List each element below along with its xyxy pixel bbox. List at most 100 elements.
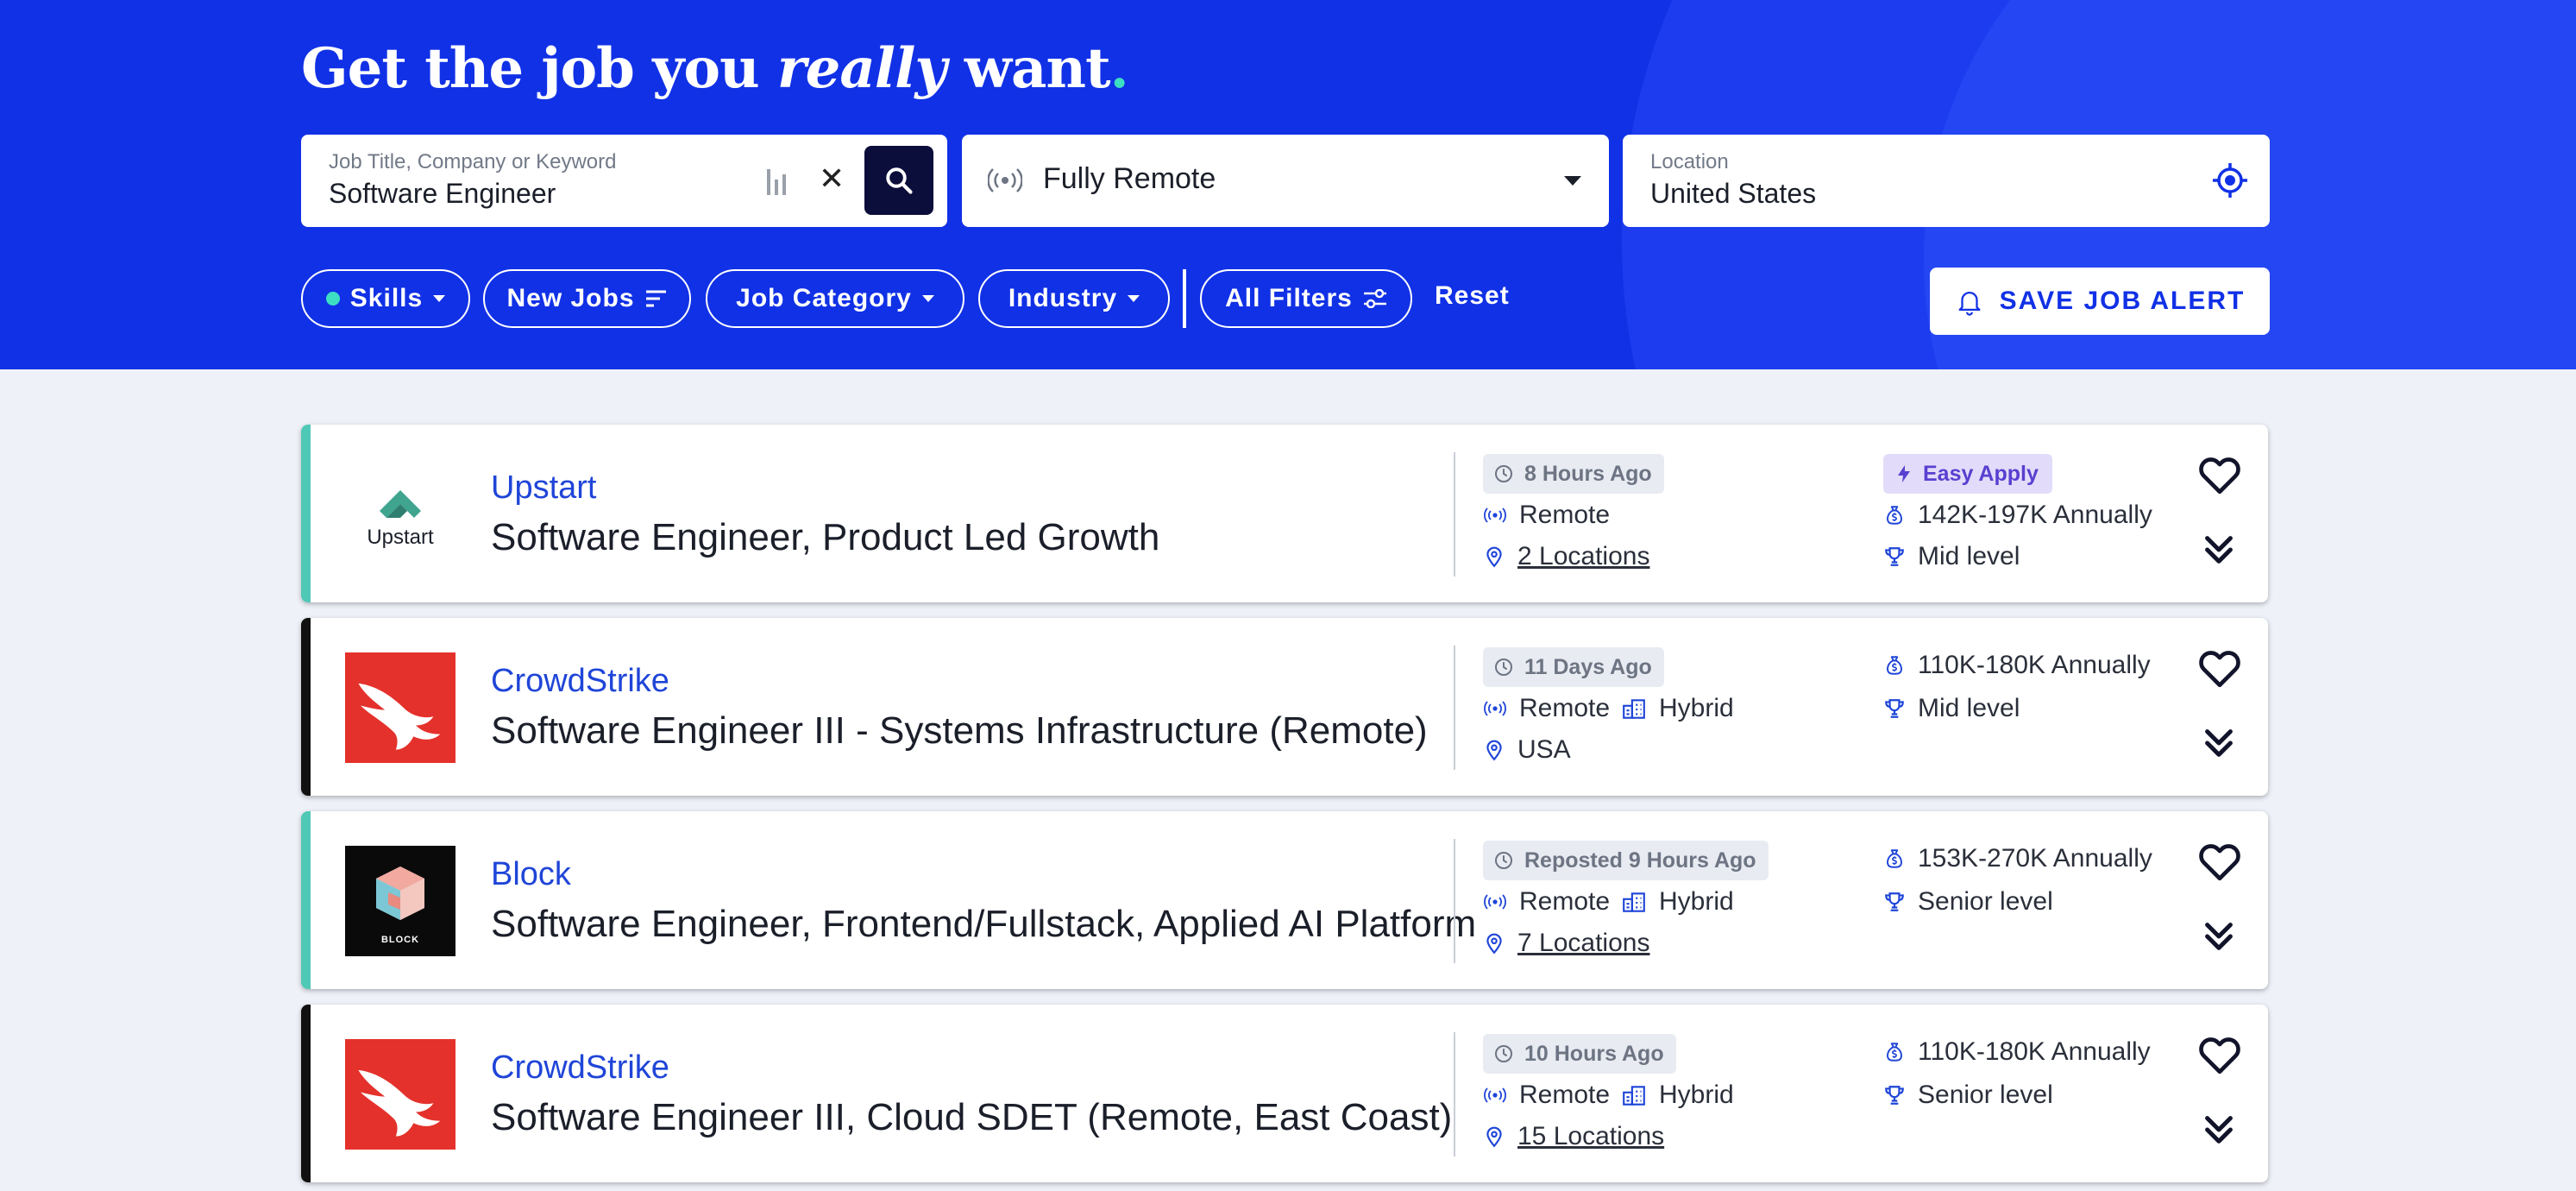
save-job-heart-icon[interactable] (2196, 1030, 2244, 1079)
all-filters-button[interactable]: All Filters (1200, 269, 1412, 328)
clock-icon (1493, 657, 1514, 677)
remote-broadcast-icon (988, 168, 1022, 192)
skills-filter-button[interactable]: Skills (301, 269, 470, 328)
salary-range: 153K-270K Annually (1883, 844, 2152, 873)
job-title[interactable]: Software Engineer III - Systems Infrastr… (491, 709, 1428, 753)
locations-link[interactable]: 15 Locations (1517, 1122, 1664, 1151)
new-jobs-label: New Jobs (506, 284, 635, 312)
card-accent-bar (301, 1005, 311, 1182)
work-type-remote: Remote (1483, 887, 1610, 917)
experience-level: Senior level (1883, 887, 2053, 917)
remote-select-value: Fully Remote (1043, 162, 1216, 195)
save-job-heart-icon[interactable] (2196, 451, 2244, 499)
clear-keyword-icon[interactable]: ✕ (819, 161, 845, 197)
location-pin-icon (1483, 545, 1505, 568)
work-type-remote: Remote (1483, 694, 1610, 723)
clock-icon (1493, 850, 1514, 871)
card-divider (1454, 839, 1455, 963)
money-bag-icon (1883, 504, 1906, 526)
new-jobs-sort-button[interactable]: New Jobs (483, 269, 691, 328)
location-pin-icon (1483, 1125, 1505, 1148)
active-filter-dot (325, 292, 340, 306)
falcon-logo-icon (345, 652, 456, 763)
chevron-down-icon (433, 295, 446, 302)
job-card[interactable]: BLOCK Block Software Engineer, Frontend/… (301, 811, 2268, 989)
card-divider (1454, 1032, 1455, 1156)
search-icon (886, 167, 913, 194)
expand-chevron-icon[interactable] (2199, 530, 2239, 570)
company-name[interactable]: Upstart (491, 469, 596, 507)
card-accent-bar (301, 811, 311, 989)
chevron-down-icon (921, 295, 934, 302)
experience-level: Mid level (1883, 542, 2020, 571)
trophy-icon (1883, 891, 1906, 913)
expand-chevron-icon[interactable] (2199, 917, 2239, 956)
company-logo (345, 1039, 456, 1150)
company-name[interactable]: CrowdStrike (491, 663, 669, 700)
industry-filter-button[interactable]: Industry (978, 269, 1170, 328)
locations-link[interactable]: 7 Locations (1517, 929, 1649, 958)
all-filters-label: All Filters (1225, 284, 1353, 312)
locations-link[interactable]: 2 Locations (1517, 542, 1649, 571)
remote-icon (1483, 1087, 1507, 1104)
remote-type-select[interactable]: Fully Remote (962, 135, 1609, 227)
skills-filter-label: Skills (349, 284, 424, 312)
trophy-icon (1883, 697, 1906, 720)
falcon-logo-icon (345, 1039, 456, 1150)
posted-time-badge: 11 Days Ago (1483, 647, 1664, 687)
salary-range: 142K-197K Annually (1883, 501, 2152, 530)
posted-time-badge: 8 Hours Ago (1483, 454, 1664, 494)
company-name[interactable]: Block (491, 856, 571, 893)
clock-icon (1493, 463, 1514, 484)
svg-text:Upstart: Upstart (367, 526, 434, 549)
job-location: 7 Locations (1483, 929, 1649, 958)
card-divider (1454, 646, 1455, 770)
building-icon (1621, 891, 1647, 913)
location-field-label: Location (1650, 150, 1729, 173)
work-type-remote: Remote (1483, 501, 1610, 530)
location-pin-icon (1483, 932, 1505, 955)
work-type-hybrid: Hybrid (1621, 694, 1734, 723)
posted-time-badge: Reposted 9 Hours Ago (1483, 841, 1769, 880)
trophy-icon (1883, 1084, 1906, 1106)
expand-chevron-icon[interactable] (2199, 1110, 2239, 1150)
work-type-remote: Remote (1483, 1081, 1610, 1110)
keyword-search-field[interactable]: Job Title, Company or Keyword Software E… (301, 135, 947, 227)
job-card[interactable]: Upstart Upstart Software Engineer, Produ… (301, 425, 2268, 602)
sort-icon (645, 290, 666, 307)
easy-apply-badge: Easy Apply (1883, 454, 2052, 494)
job-card[interactable]: CrowdStrike Software Engineer III, Cloud… (301, 1005, 2268, 1182)
keyword-suggestions-icon[interactable] (767, 169, 786, 195)
work-type-hybrid: Hybrid (1621, 1081, 1734, 1110)
location-field[interactable]: Location United States (1623, 135, 2270, 227)
company-logo: Upstart (345, 459, 456, 570)
remote-icon (1483, 507, 1507, 524)
job-card[interactable]: CrowdStrike Software Engineer III - Syst… (301, 618, 2268, 796)
job-title[interactable]: Software Engineer III, Cloud SDET (Remot… (491, 1096, 1452, 1139)
building-icon (1621, 697, 1647, 720)
save-job-heart-icon[interactable] (2196, 837, 2244, 885)
clock-icon (1493, 1043, 1514, 1064)
remote-icon (1483, 700, 1507, 717)
save-job-alert-button[interactable]: SAVE JOB ALERT (1930, 268, 2270, 335)
company-name[interactable]: CrowdStrike (491, 1049, 669, 1087)
job-title[interactable]: Software Engineer, Frontend/Fullstack, A… (491, 903, 1476, 946)
salary-range: 110K-180K Annually (1883, 1037, 2151, 1067)
location-field-value[interactable]: United States (1650, 178, 1816, 210)
keyword-field-label: Job Title, Company or Keyword (329, 150, 617, 173)
job-title[interactable]: Software Engineer, Product Led Growth (491, 516, 1159, 559)
job-category-label: Job Category (736, 284, 912, 312)
keyword-field-value[interactable]: Software Engineer (329, 178, 556, 210)
current-location-icon[interactable] (2211, 161, 2249, 199)
job-category-filter-button[interactable]: Job Category (706, 269, 964, 328)
company-logo: BLOCK (345, 846, 456, 956)
chevron-down-icon (1128, 295, 1140, 302)
search-button[interactable] (864, 146, 933, 215)
job-location: 15 Locations (1483, 1122, 1664, 1151)
money-bag-icon (1883, 654, 1906, 677)
industry-label: Industry (1008, 284, 1118, 312)
save-job-heart-icon[interactable] (2196, 644, 2244, 692)
expand-chevron-icon[interactable] (2199, 723, 2239, 763)
reset-filters-link[interactable]: Reset (1435, 281, 1510, 311)
chevron-down-icon (1564, 176, 1581, 186)
